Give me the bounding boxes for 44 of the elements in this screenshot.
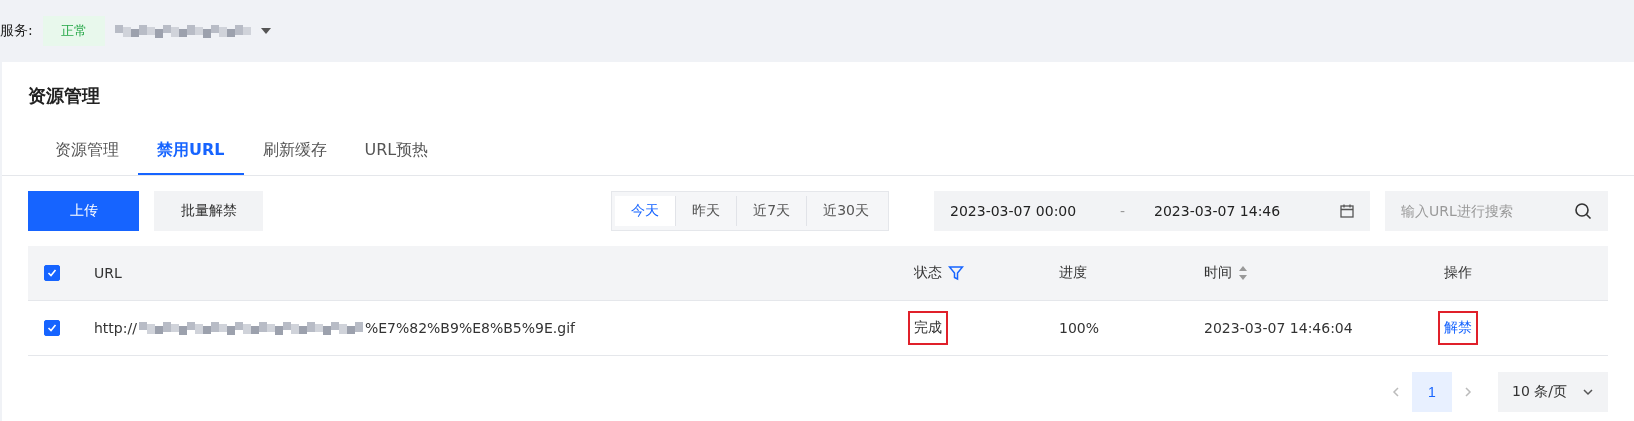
date-range-field[interactable]: 2023-03-07 00:00 - 2023-03-07 14:46 — [934, 191, 1370, 231]
page-size-select[interactable]: 10 条/页 — [1498, 372, 1608, 412]
checkbox[interactable] — [44, 265, 60, 281]
url-prefix: http:// — [94, 320, 137, 336]
sort-icon[interactable] — [1238, 265, 1248, 281]
column-header: 进度 — [1059, 264, 1087, 282]
tab[interactable]: 禁用URL — [138, 128, 244, 175]
next-page-icon — [1462, 386, 1474, 398]
status-text: 完成 — [908, 311, 948, 345]
previous-page-icon — [1390, 386, 1402, 398]
caret-icon — [1582, 386, 1594, 398]
time-text: 2023-03-07 14:46:04 — [1204, 320, 1353, 336]
range-separator: - — [1120, 203, 1127, 219]
start-date: 2023-03-07 00:00 — [950, 203, 1078, 219]
column-header: URL — [94, 265, 122, 281]
progress-text: 100% — [1059, 320, 1100, 336]
card-title: 资源管理 — [27, 84, 101, 108]
tab[interactable]: 资源管理 — [36, 128, 138, 175]
filter-icon[interactable] — [948, 265, 964, 281]
page-button[interactable]: 1 — [1412, 372, 1452, 412]
page-size-text: 10 条/页 — [1512, 383, 1567, 401]
url-suffix: %E7%82%B9%E8%B5%9E.gif — [364, 320, 575, 336]
date-preset[interactable]: 今天 — [615, 196, 676, 226]
search-field[interactable]: 输入URL进行搜索 — [1385, 191, 1608, 231]
column-header: 时间 — [1204, 264, 1232, 282]
tab[interactable]: URL预热 — [345, 128, 448, 175]
date-preset[interactable]: 昨天 — [675, 196, 737, 226]
unban-link[interactable]: 解禁 — [1438, 311, 1478, 345]
search-icon[interactable] — [1574, 202, 1592, 220]
checkbox[interactable] — [44, 320, 60, 336]
column-header: 操作 — [1444, 264, 1472, 282]
check-icon — [47, 268, 57, 278]
caret-icon[interactable] — [260, 27, 271, 35]
end-date: 2023-03-07 14:46 — [1154, 203, 1282, 219]
upload-button[interactable]: 上传 — [28, 191, 139, 231]
batch-button[interactable]: 批量解禁 — [154, 191, 263, 231]
column-header: 状态 — [914, 264, 942, 282]
date-preset[interactable]: 近7天 — [736, 196, 807, 226]
check-icon — [47, 323, 57, 333]
date-preset[interactable]: 近30天 — [806, 196, 885, 226]
service-label: 服务: — [0, 22, 33, 40]
tab[interactable]: 刷新缓存 — [243, 128, 346, 175]
status-tag: 正常 — [42, 16, 105, 46]
calendar-icon — [1340, 204, 1354, 218]
